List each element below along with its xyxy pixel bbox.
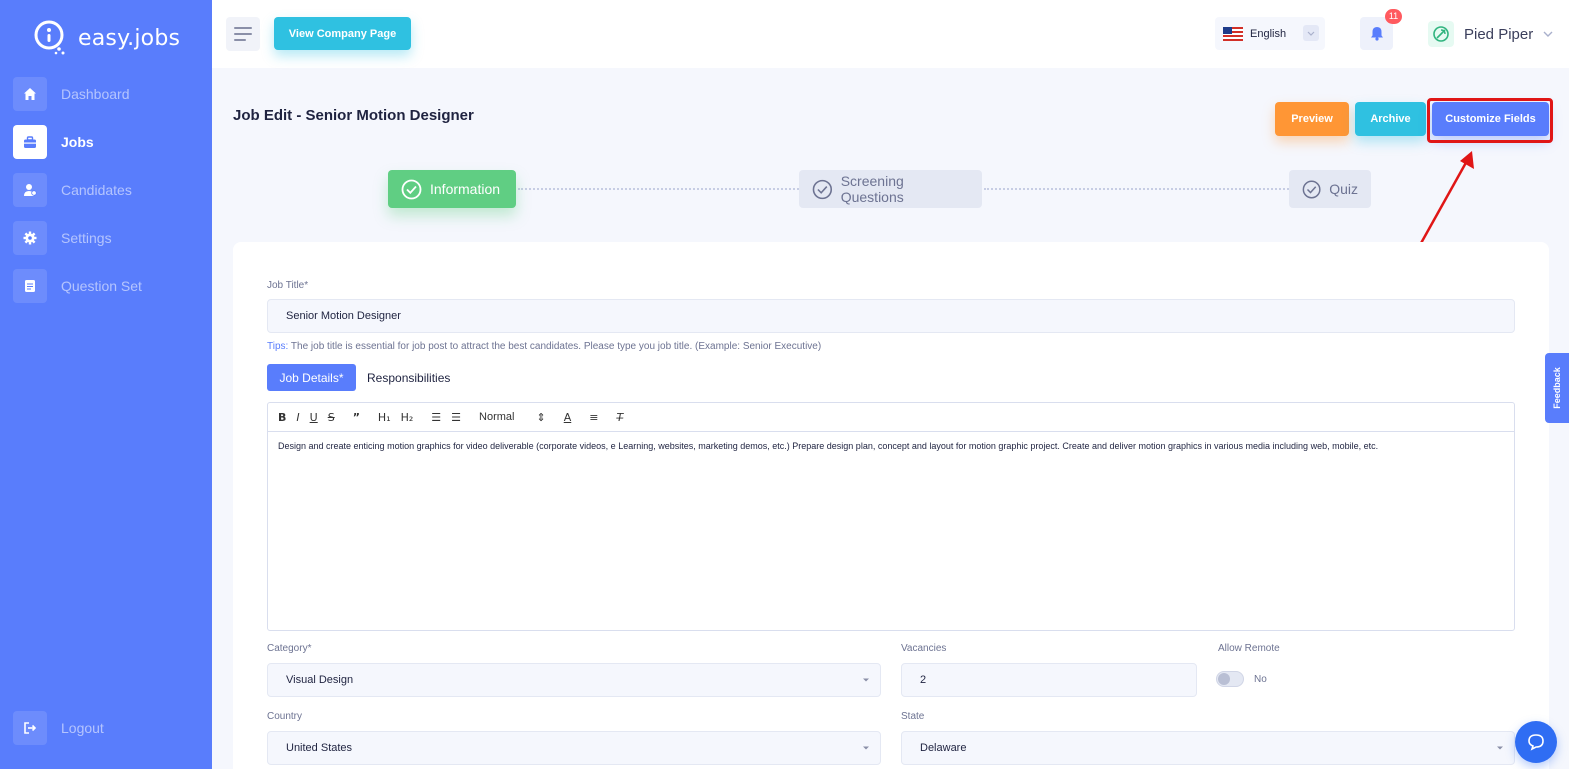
sidebar: easy.jobs Dashboard Jobs Candidates Sett… — [0, 0, 212, 769]
category-value: Visual Design — [286, 674, 354, 686]
sidebar-item-jobs[interactable]: Jobs — [13, 125, 94, 159]
notification-count-badge: 11 — [1385, 9, 1402, 24]
sidebar-item-label: Dashboard — [61, 86, 130, 102]
editor-content[interactable]: Design and create enticing motion graphi… — [268, 432, 1514, 460]
check-circle-icon — [812, 179, 833, 199]
brand-logo[interactable]: easy.jobs — [32, 18, 180, 58]
step-label: Screening Questions — [840, 173, 904, 205]
feedback-label: Feedback — [1552, 367, 1562, 409]
heading2-icon[interactable]: H₂ — [401, 411, 414, 424]
bold-icon[interactable]: B — [278, 411, 286, 424]
sidebar-item-label: Settings — [61, 230, 112, 246]
vacancies-value: 2 — [920, 674, 927, 686]
gear-icon — [13, 221, 47, 255]
tips-text: The job title is essential for job post … — [288, 341, 822, 352]
step-connector — [984, 188, 1289, 190]
step-quiz[interactable]: Quiz — [1289, 170, 1371, 208]
vacancies-input[interactable]: 2 — [901, 663, 1197, 697]
sidebar-item-label: Question Set — [61, 278, 142, 294]
bell-icon — [1370, 27, 1383, 41]
country-select[interactable]: United States — [267, 731, 881, 765]
allow-remote-toggle[interactable] — [1216, 671, 1244, 687]
menu-toggle-button[interactable] — [226, 17, 260, 51]
vacancies-label: Vacancies — [901, 643, 947, 654]
align-icon[interactable]: ≡ — [589, 411, 598, 424]
logout-label: Logout — [61, 720, 104, 736]
text-color-icon[interactable]: A — [564, 411, 572, 424]
state-label: State — [901, 711, 925, 722]
document-icon — [13, 269, 47, 303]
heading1-icon[interactable]: H₁ — [378, 411, 391, 424]
page-title: Job Edit - Senior Motion Designer — [233, 107, 474, 124]
italic-icon[interactable]: I — [296, 411, 299, 424]
blockquote-icon[interactable]: ” — [353, 411, 360, 424]
check-circle-icon — [1302, 180, 1321, 198]
annotation-arrow-icon — [1418, 151, 1474, 246]
highlight-annotation — [1427, 98, 1553, 143]
strikethrough-icon[interactable]: S — [328, 411, 335, 424]
sidebar-item-settings[interactable]: Settings — [13, 221, 112, 255]
chevron-down-icon — [1497, 746, 1503, 750]
step-connector — [518, 188, 799, 190]
logout-icon — [13, 711, 47, 745]
underline-icon[interactable]: U — [310, 411, 318, 424]
tab-job-details[interactable]: Job Details* — [267, 364, 356, 391]
chat-widget-button[interactable] — [1515, 721, 1557, 763]
editor-toolbar: B I U S ” H₁ H₂ ☰ ☰ Normal ⇕ A ≡ T̶ — [268, 403, 1514, 432]
job-title-input[interactable]: Senior Motion Designer — [267, 299, 1515, 333]
chevron-down-icon — [863, 678, 869, 682]
tab-responsibilities[interactable]: Responsibilities — [367, 364, 450, 391]
country-value: United States — [286, 742, 353, 754]
brand-name: easy.jobs — [78, 25, 181, 51]
heading-select[interactable]: Normal — [479, 411, 514, 423]
category-label: Category* — [267, 643, 312, 654]
state-value: Delaware — [920, 742, 967, 754]
job-title-label: Job Title* — [267, 280, 309, 291]
sidebar-item-label: Candidates — [61, 182, 132, 198]
allow-remote-value: No — [1254, 674, 1267, 685]
job-title-value: Senior Motion Designer — [286, 310, 401, 322]
chevron-down-icon — [863, 746, 869, 750]
company-switcher[interactable]: Pied Piper — [1428, 20, 1555, 48]
preview-button[interactable]: Preview — [1275, 102, 1349, 136]
allow-remote-label: Allow Remote — [1218, 643, 1280, 654]
sidebar-item-candidates[interactable]: Candidates — [13, 173, 132, 207]
tips-key: Tips: — [267, 341, 289, 352]
feedback-tab[interactable]: Feedback — [1545, 353, 1569, 423]
chat-bubble-icon — [1528, 734, 1544, 751]
state-select[interactable]: Delaware — [901, 731, 1515, 765]
sidebar-item-label: Jobs — [61, 134, 94, 150]
language-select[interactable]: English — [1215, 17, 1325, 50]
step-label: Quiz — [1329, 181, 1358, 197]
step-label: Information — [430, 181, 501, 197]
company-logo-icon — [1428, 21, 1454, 47]
category-select[interactable]: Visual Design — [267, 663, 881, 697]
ordered-list-icon[interactable]: ☰ — [431, 411, 441, 424]
user-icon — [13, 173, 47, 207]
chevron-down-icon — [1303, 25, 1319, 41]
sidebar-item-dashboard[interactable]: Dashboard — [13, 77, 130, 111]
language-label: English — [1250, 27, 1287, 40]
country-label: Country — [267, 711, 303, 722]
menu-icon — [234, 27, 252, 29]
view-company-page-button[interactable]: View Company Page — [274, 17, 411, 50]
bullet-list-icon[interactable]: ☰ — [451, 411, 461, 424]
home-icon — [13, 77, 47, 111]
archive-button[interactable]: Archive — [1355, 102, 1426, 136]
chevron-down-icon — [1541, 27, 1555, 41]
top-header: View Company Page English 11 Pied Piper — [212, 0, 1569, 68]
step-screening-questions[interactable]: Screening Questions — [799, 170, 982, 208]
rich-text-editor: B I U S ” H₁ H₂ ☰ ☰ Normal ⇕ A ≡ T̶ Desi… — [267, 402, 1515, 631]
select-arrows-icon: ⇕ — [536, 410, 546, 424]
check-circle-icon — [401, 179, 422, 199]
job-title-tip: Tips: The job title is essential for job… — [267, 341, 821, 352]
company-name: Pied Piper — [1464, 25, 1534, 43]
logout-button[interactable]: Logout — [13, 711, 104, 745]
clear-format-icon[interactable]: T̶ — [616, 411, 623, 424]
briefcase-icon — [13, 125, 47, 159]
easyjobs-logo-icon — [34, 20, 65, 55]
us-flag-icon — [1223, 26, 1243, 41]
step-information[interactable]: Information — [388, 170, 516, 208]
sidebar-item-question-set[interactable]: Question Set — [13, 269, 142, 303]
